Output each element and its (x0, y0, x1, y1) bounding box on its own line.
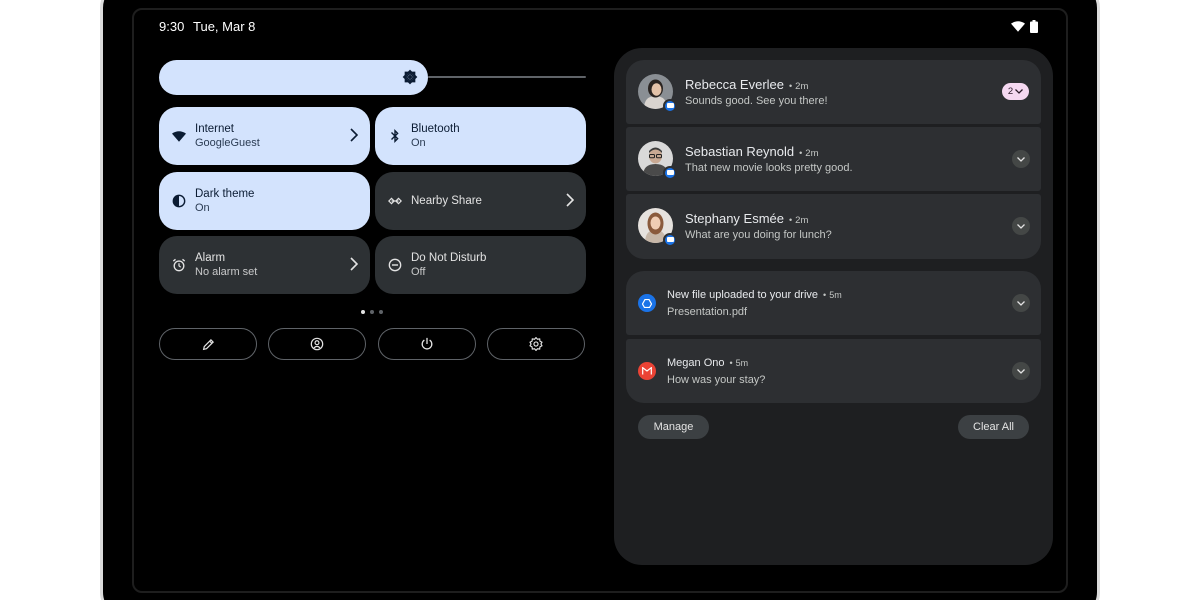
brightness-track[interactable] (428, 76, 586, 78)
notification-body: How was your stay? (667, 374, 766, 386)
separator-dot: • (799, 148, 803, 158)
date: Tue, Mar 8 (193, 19, 256, 34)
settings-icon (529, 337, 543, 351)
chevron-right-icon[interactable] (566, 193, 574, 207)
notification-body: That new movie looks pretty good. (685, 162, 853, 174)
tile-subtitle: Off (411, 266, 426, 278)
user-switch-button[interactable] (268, 328, 366, 360)
messages-app-badge (663, 166, 677, 180)
drive-app-icon (638, 294, 656, 312)
notification-time: 2m (795, 215, 809, 226)
sender-name: Sebastian Reynold (685, 144, 795, 159)
notification-time: 5m (735, 358, 749, 368)
tile-title: Alarm (195, 252, 226, 264)
chevron-right-icon[interactable] (350, 257, 358, 271)
notification-title: Rebecca Everlee • 2m (685, 77, 808, 92)
edit-icon (202, 338, 214, 350)
separator-dot: • (789, 215, 793, 225)
message-icon (666, 237, 674, 242)
chevron-down-icon (1017, 223, 1025, 229)
notification-time: 5m (829, 290, 842, 300)
clock: 9:30 (159, 19, 185, 34)
sender-name: Rebecca Everlee (685, 77, 784, 92)
chevron-down-icon (1017, 300, 1025, 306)
gmail-icon (642, 367, 652, 375)
tile-dark-theme[interactable]: Dark theme On (159, 172, 370, 230)
notification-sebastian[interactable]: Sebastian Reynold • 2m That new movie look… (626, 127, 1041, 191)
settings-button[interactable] (487, 328, 585, 360)
sender-name: Stephany Esmée (685, 211, 785, 226)
alarm-icon (172, 258, 186, 272)
tile-title: Do Not Disturb (411, 252, 487, 264)
power-icon (421, 337, 433, 350)
notification-stephany[interactable]: Stephany Esmée • 2m What are you doing for… (626, 194, 1041, 259)
page-dot (361, 310, 365, 314)
tile-title: Nearby Share (411, 195, 482, 207)
message-icon (666, 170, 674, 175)
tile-subtitle: On (195, 202, 210, 214)
manage-button[interactable]: Manage (638, 415, 709, 439)
tile-internet[interactable]: Internet GoogleGuest (159, 107, 370, 165)
tile-do-not-disturb[interactable]: Do Not Disturb Off (375, 236, 586, 294)
message-count: 2 (1007, 86, 1014, 97)
bluetooth-icon (388, 129, 402, 143)
notification-title: Stephany Esmée • 2m (685, 211, 808, 226)
dnd-icon (388, 258, 402, 272)
notification-gmail[interactable]: Megan Ono • 5m How was your stay? (626, 339, 1041, 403)
tile-nearby-share[interactable]: Nearby Share (375, 172, 586, 230)
expand-button[interactable] (1012, 217, 1030, 235)
tile-subtitle: On (411, 137, 426, 149)
separator-dot: • (729, 358, 733, 368)
notification-body: Sounds good. See you there! (685, 95, 828, 107)
notification-body: Presentation.pdf (667, 306, 748, 318)
sender-name: Megan Ono (667, 357, 725, 369)
expand-button[interactable] (1012, 150, 1030, 168)
user-switch-icon (310, 337, 324, 351)
tile-bluetooth[interactable]: Bluetooth On (375, 107, 586, 165)
notification-title: New file uploaded to your drive • 5m (667, 289, 842, 301)
clear-all-button[interactable]: Clear All (958, 415, 1029, 439)
drive-icon (642, 298, 652, 308)
separator-dot: • (789, 81, 793, 91)
notification-body: What are you doing for lunch? (685, 229, 832, 241)
chevron-down-icon (1017, 368, 1025, 374)
notification-title: Sebastian Reynold • 2m (685, 144, 819, 159)
message-count-badge[interactable]: 2 (1002, 83, 1029, 100)
tile-subtitle: No alarm set (195, 266, 258, 278)
dark-theme-icon (172, 194, 186, 208)
expand-button[interactable] (1012, 294, 1030, 312)
separator-dot: • (823, 290, 827, 300)
messages-app-badge (663, 233, 677, 247)
expand-button[interactable] (1012, 362, 1030, 380)
page-dot (370, 310, 374, 314)
brightness-icon (402, 69, 418, 90)
tile-alarm[interactable]: Alarm No alarm set (159, 236, 370, 294)
notification-time: 2m (805, 148, 819, 159)
nearby-share-icon (388, 194, 402, 208)
page-dot (379, 310, 383, 314)
tile-title: Dark theme (195, 188, 255, 200)
notification-rebecca[interactable]: Rebecca Everlee • 2m Sounds good. See you … (626, 60, 1041, 124)
drive-title: New file uploaded to your drive (667, 289, 819, 301)
messages-app-badge (663, 99, 677, 113)
wifi-icon (172, 129, 186, 143)
chevron-down-icon (1015, 89, 1024, 94)
notification-title: Megan Ono • 5m (667, 357, 748, 369)
notification-time: 2m (795, 81, 809, 92)
message-icon (666, 103, 674, 108)
tile-title: Bluetooth (411, 123, 460, 135)
tile-title: Internet (195, 123, 234, 135)
chevron-right-icon[interactable] (350, 128, 358, 142)
chevron-down-icon (1017, 156, 1025, 162)
tile-subtitle: GoogleGuest (195, 137, 260, 149)
power-button[interactable] (378, 328, 476, 360)
brightness-slider[interactable] (159, 60, 428, 95)
wifi-status-icon (1011, 21, 1025, 32)
status-icons (1011, 20, 1038, 33)
edit-button[interactable] (159, 328, 257, 360)
battery-icon (1030, 20, 1038, 33)
page-indicator (361, 310, 383, 314)
notification-drive[interactable]: New file uploaded to your drive • 5m Prese… (626, 271, 1041, 335)
gmail-app-icon (638, 362, 656, 380)
